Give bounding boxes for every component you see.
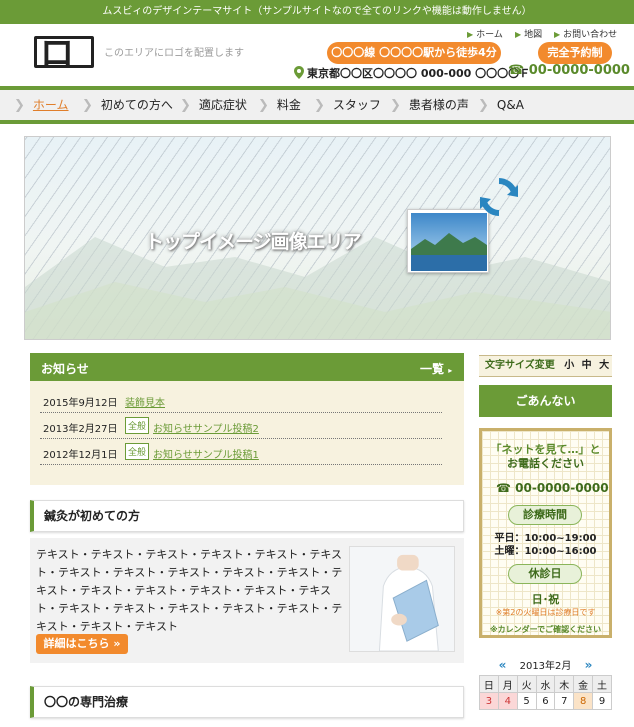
chevron-right-icon: ❯ <box>82 98 93 113</box>
first-visit-panel: テキスト・テキスト・テキスト・テキスト・テキスト・テキスト・テキスト・テキスト・… <box>30 538 464 663</box>
font-size-large[interactable]: 大 <box>599 360 609 371</box>
calendar-weekday: 土 <box>592 675 612 693</box>
header-link-map[interactable]: ▶ 地図 <box>515 27 542 40</box>
calendar-day: 6 <box>535 692 556 710</box>
nav-item-home[interactable]: ❯ ホーム <box>14 90 69 120</box>
details-button[interactable]: 詳細はこちら » <box>36 634 128 654</box>
reservation-badge: 完全予約制 <box>538 42 612 64</box>
calendar-weekday: 木 <box>554 675 575 693</box>
contact-lead: 「ネットを見て…」と お電話ください <box>482 443 609 471</box>
chevron-right-icon: ❯ <box>14 98 25 113</box>
sidebar-phone[interactable]: ☎ 00-0000-0000 <box>496 481 609 495</box>
chevron-right-icon: ❯ <box>314 98 325 113</box>
next-month-icon[interactable]: » <box>585 658 593 672</box>
nav-item-staff[interactable]: ❯ スタッフ <box>314 90 381 120</box>
access-badge: 〇〇〇線 〇〇〇〇駅から徒歩4分 <box>327 42 501 64</box>
arrow-right-icon: ▶ <box>515 30 522 39</box>
news-item: 2015年9月12日 装飾見本 <box>40 387 442 413</box>
news-header: お知らせ 一覧 ▸ <box>30 353 464 381</box>
refresh-icon <box>480 178 518 216</box>
nav-item-symptoms[interactable]: ❯ 適応症状 <box>180 90 247 120</box>
chevron-right-icon: ❯ <box>478 98 489 113</box>
news-list-link[interactable]: 一覧 ▸ <box>420 360 452 377</box>
news-date: 2013年2月27日 <box>43 424 118 435</box>
contact-lead-line2: お電話ください <box>507 457 584 470</box>
news-date: 2015年9月12日 <box>43 398 118 409</box>
calendar-day: 5 <box>516 692 537 710</box>
header-link-home[interactable]: ▶ ホーム <box>467 27 503 40</box>
site-logo[interactable]: ロゴ <box>34 36 94 68</box>
news-link[interactable]: 装飾見本 <box>125 394 165 409</box>
calendar-day: 4 <box>497 692 518 710</box>
news-link[interactable]: お知らせサンプル投稿2 <box>153 420 259 435</box>
site-header: ロゴ このエリアにロゴを配置します ▶ホーム ▶地図 ▶お問い合わせ 〇〇〇線 … <box>0 24 634 82</box>
news-link[interactable]: お知らせサンプル投稿1 <box>153 446 259 461</box>
news-item: 2012年12月1日 全般 お知らせサンプル投稿1 <box>40 439 442 465</box>
sidebar-phone-number: 00-0000-0000 <box>515 481 609 495</box>
header-phone[interactable]: ☎ 00-0000-0000 <box>508 63 630 78</box>
site-notice-bar: ムスビィのデザインテーマサイト（サンプルサイトなので全てのリンクや機能は動作しま… <box>0 0 634 24</box>
chevron-right-icon: ❯ <box>180 98 191 113</box>
section-heading-first-visit: 鍼灸が初めての方 <box>30 500 464 532</box>
hero-placeholder-text: トップイメージ画像エリア <box>145 231 362 253</box>
guide-button[interactable]: ごあんない <box>479 385 612 417</box>
first-visit-text: テキスト・テキスト・テキスト・テキスト・テキスト・テキスト・テキスト・テキスト・… <box>36 548 343 633</box>
nav-item-voices[interactable]: ❯ 患者様の声 <box>390 90 469 120</box>
calendar-weekday: 水 <box>535 675 556 693</box>
phone-icon: ☎ <box>496 481 511 495</box>
closed-note: ※第2の火曜日は診療日です <box>495 608 596 617</box>
news-item: 2013年2月27日 全般 お知らせサンプル投稿2 <box>40 413 442 439</box>
phone-icon: ☎ <box>508 63 525 78</box>
calendar-table: 日 月 火 水 木 金 土 3 4 5 6 7 8 9 <box>479 675 612 710</box>
calendar-weekday: 火 <box>516 675 537 693</box>
hero-image-area: トップイメージ画像エリア <box>24 136 611 340</box>
global-nav: ❯ ホーム ❯ 初めての方へ ❯ 適応症状 ❯ 料金 ❯ スタッフ ❯ 患者様の声 ❯ Q&A <box>0 86 634 124</box>
font-size-switcher: 文字サイズ変更 小 中 大 <box>479 355 612 377</box>
arrow-right-icon: ▶ <box>554 30 561 39</box>
contact-info-box: 「ネットを見て…」と お電話ください ☎ 00-0000-0000 診療時間 平… <box>479 428 612 638</box>
news-panel: お知らせ 一覧 ▸ 2015年9月12日 装飾見本 2013年2月27日 全般 … <box>30 353 464 485</box>
clinic-address: 東京都〇〇区〇〇〇〇 000-000 〇〇〇〇Ｆ <box>294 65 530 81</box>
chevron-right-icon: ❯ <box>258 98 269 113</box>
calendar-header: « 2013年2月 » <box>479 657 612 673</box>
map-pin-icon <box>294 66 304 79</box>
news-date: 2012年12月1日 <box>43 450 118 461</box>
closed-days-badge: 休診日 <box>508 564 582 584</box>
address-text: 東京都〇〇区〇〇〇〇 000-000 〇〇〇〇Ｆ <box>307 67 531 80</box>
calendar-weekday: 月 <box>497 675 518 693</box>
calendar-weekday: 金 <box>573 675 594 693</box>
arrow-right-icon: ▶ <box>467 30 474 39</box>
closed-days: 日･祝 <box>531 593 560 606</box>
header-link-contact[interactable]: ▶ お問い合わせ <box>554 27 617 40</box>
prev-month-icon[interactable]: « <box>499 658 507 672</box>
calendar-day: 7 <box>554 692 575 710</box>
section-heading-special-treatment: 〇〇の専門治療 <box>30 686 464 718</box>
hours-title-badge: 診療時間 <box>508 505 582 525</box>
calendar-day: 3 <box>479 692 499 710</box>
arrow-right-icon: ▸ <box>448 366 453 375</box>
calendar-day: 8 <box>573 692 594 710</box>
staff-photo <box>349 546 455 652</box>
font-size-label: 文字サイズ変更 <box>485 360 555 371</box>
calendar-title: 2013年2月 <box>519 661 572 672</box>
calendar-weekday: 日 <box>479 675 499 693</box>
contact-info-inner: 「ネットを見て…」と お電話ください ☎ 00-0000-0000 診療時間 平… <box>482 431 609 635</box>
calendar-note: ※カレンダーでご確認ください <box>489 625 602 634</box>
news-category-tag: 全般 <box>125 417 150 434</box>
nav-item-qa[interactable]: ❯ Q&A <box>478 90 524 120</box>
calendar-day: 9 <box>592 692 612 710</box>
news-category-tag: 全般 <box>125 443 150 460</box>
logo-note: このエリアにロゴを配置します <box>104 48 244 59</box>
nav-item-price[interactable]: ❯ 料金 <box>258 90 301 120</box>
news-title: お知らせ <box>41 362 89 376</box>
font-size-small[interactable]: 小 <box>564 360 574 371</box>
hours-saturday: 土曜：10:00~16:00 <box>494 546 597 557</box>
font-size-medium[interactable]: 中 <box>582 360 592 371</box>
header-phone-number: 00-0000-0000 <box>528 63 630 78</box>
contact-lead-line1: 「ネットを見て…」と <box>490 443 601 456</box>
nav-item-first-visit[interactable]: ❯ 初めての方へ <box>82 90 173 120</box>
chevron-right-icon: ❯ <box>390 98 401 113</box>
